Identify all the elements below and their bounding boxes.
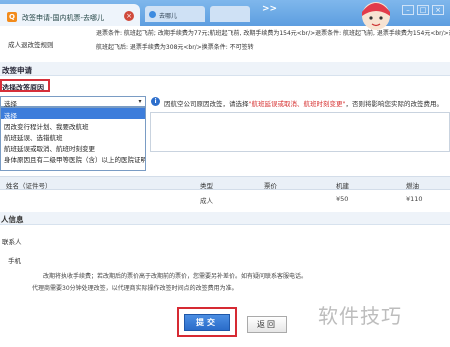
passenger-table-header: 姓名（证件号） 类型 票价 机建 燃油 bbox=[0, 176, 450, 190]
minimize-button[interactable]: – bbox=[402, 5, 414, 15]
fee-note: 改期将执收手续费；若改期后的票价高于改期前的票价，您需要另补差价。如有疑问联系客… bbox=[43, 273, 308, 280]
browser-tab-3[interactable] bbox=[210, 6, 250, 22]
cell-airport-fee: ¥50 bbox=[336, 195, 349, 203]
col-name: 姓名（证件号） bbox=[6, 182, 52, 190]
contact-label: 联系人 bbox=[2, 238, 22, 246]
close-window-button[interactable]: × bbox=[432, 5, 444, 15]
maximize-button[interactable]: □ bbox=[417, 5, 429, 15]
table-row: 成人 ¥50 ¥110 bbox=[0, 190, 450, 206]
col-type: 类型 bbox=[200, 182, 213, 190]
dropdown-option[interactable]: 身体原因且有二级甲等医院（含）以上的医院证明 bbox=[1, 152, 145, 163]
cell-fuel: ¥110 bbox=[406, 195, 423, 203]
mobile-label: 手机 bbox=[8, 257, 21, 265]
dropdown-option[interactable]: 航班延误或取消、航班时刻变更 bbox=[1, 141, 145, 152]
submit-highlight: 提交 bbox=[177, 307, 237, 337]
reason-dropdown-list: 选择 因改变行程计划、我要改航班 航班延误、选错航班 航班延误或取消、航班时刻变… bbox=[0, 107, 146, 171]
rule-text-line1: 退票条件: 航班起飞前; 改期手续费为77元;航班起飞前, 改期手续费为154元… bbox=[96, 30, 450, 37]
dropdown-option[interactable]: 选择 bbox=[1, 108, 145, 119]
back-button[interactable]: 返回 bbox=[247, 316, 287, 333]
hint-prefix: 因航空公司原因改签，请选择 bbox=[164, 100, 249, 108]
col-fuel: 燃油 bbox=[406, 182, 419, 190]
hint-suffix: ，否则将影响您实际的改签费用。 bbox=[345, 100, 443, 108]
hint-highlight: "航班延误或取消、航班时刻变更" bbox=[248, 100, 346, 108]
col-price: 票价 bbox=[264, 182, 277, 190]
reason-hint: 因航空公司原因改签，请选择"航班延误或取消、航班时刻变更"，否则将影响您实际的改… bbox=[164, 98, 443, 108]
chevron-down-icon[interactable]: ▾ bbox=[136, 98, 144, 105]
reason-label: 选择改签原因 bbox=[0, 79, 50, 92]
tab-title: 改签申请-国内机票-去哪儿 bbox=[22, 14, 105, 22]
col-airport-fee: 机建 bbox=[336, 182, 349, 190]
submit-button[interactable]: 提交 bbox=[184, 314, 230, 331]
reason-remark-textarea[interactable] bbox=[150, 112, 450, 152]
rule-row-label: 成人退改签规则 bbox=[8, 41, 54, 49]
tab-overflow-chevron-icon[interactable]: >> bbox=[262, 4, 277, 14]
browser-tab-2[interactable]: 去哪儿 bbox=[145, 6, 205, 22]
tab2-favicon-icon bbox=[149, 11, 156, 18]
info-icon: i bbox=[151, 97, 160, 106]
window-controls: – □ × bbox=[402, 5, 444, 15]
browser-tab-active[interactable]: Q 改签申请-国内机票-去哪儿 × bbox=[0, 4, 140, 26]
agent-note: 代理商需要30分钟处理改签，以代理商实际操作改签时间点的改签费用为准。 bbox=[32, 285, 238, 292]
tab2-title: 去哪儿 bbox=[159, 13, 178, 20]
change-section-title: 改签申请 bbox=[0, 62, 450, 76]
site-favicon-icon: Q bbox=[7, 12, 17, 22]
tab-close-icon[interactable]: × bbox=[124, 11, 134, 21]
dropdown-option[interactable]: 航班延误、选错航班 bbox=[1, 130, 145, 141]
watermark-text: 软件技巧 bbox=[318, 304, 402, 328]
cell-type: 成人 bbox=[200, 197, 213, 205]
rule-text-line2: 航班起飞后: 退票手续费为308元<br/>换票条件: 不可签转 bbox=[96, 44, 254, 51]
reason-select[interactable]: 选择 ▾ bbox=[0, 96, 146, 108]
dropdown-option[interactable]: 因改变行程计划、我要改航班 bbox=[1, 119, 145, 130]
contact-section-title: 人信息 bbox=[0, 212, 450, 225]
rules-table: 退票条件: 航班起飞前; 改期手续费为77元;航班起飞前, 改期手续费为154元… bbox=[0, 26, 450, 56]
